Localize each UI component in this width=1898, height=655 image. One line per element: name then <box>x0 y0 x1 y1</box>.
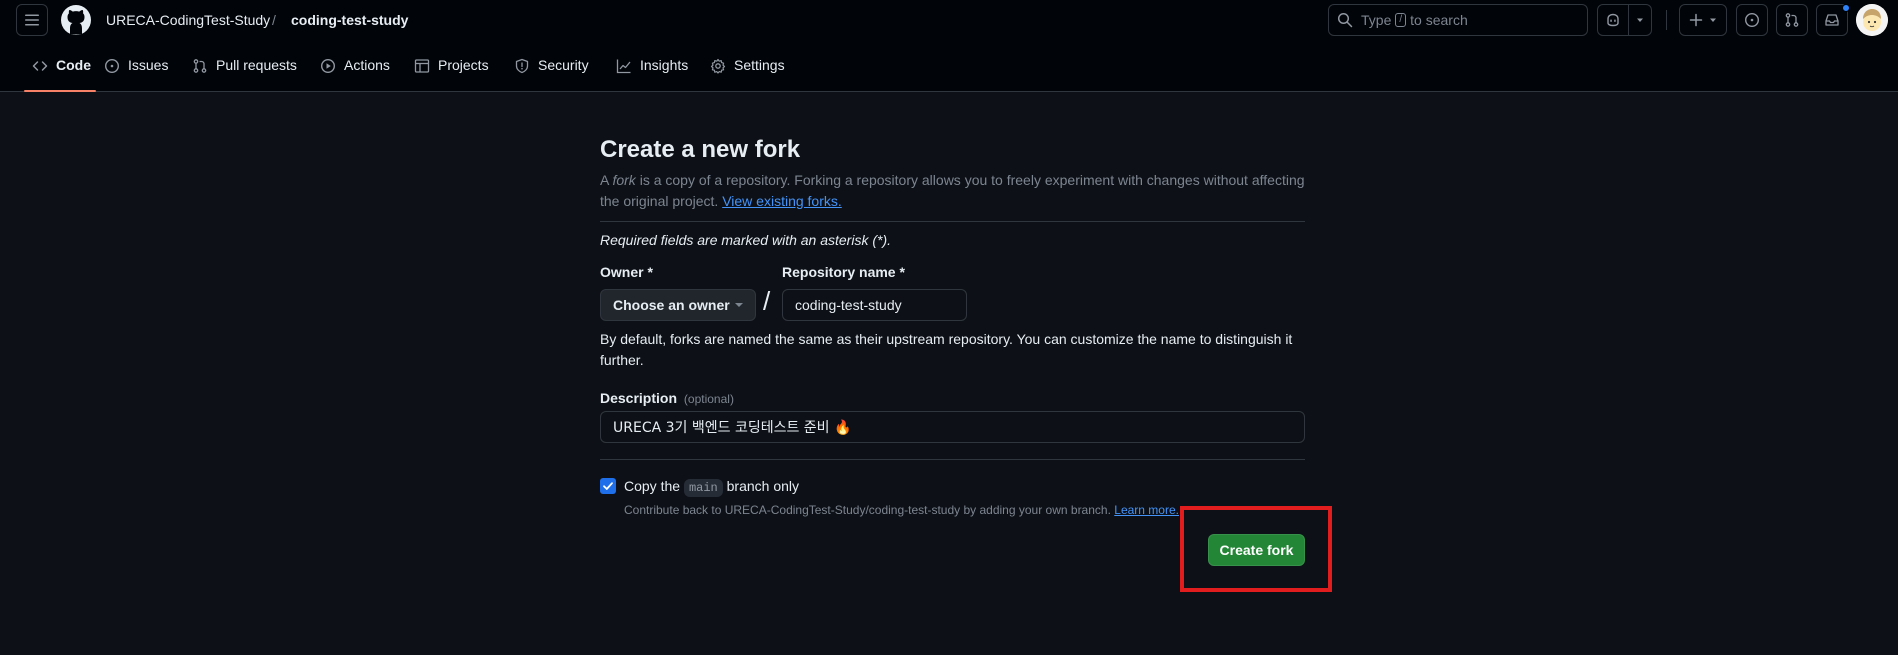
copy-label-a: Copy the <box>624 478 681 494</box>
tab-pull-requests[interactable]: Pull requests <box>192 52 297 92</box>
contribute-note: Contribute back to URECA-CodingTest-Stud… <box>624 503 1179 517</box>
divider <box>600 459 1305 460</box>
repo-name-input[interactable] <box>782 289 967 321</box>
tab-label: Security <box>538 57 589 73</box>
repo-name-help: By default, forks are named the same as … <box>600 331 1293 368</box>
repo-name-label: Repository name * <box>782 264 905 280</box>
menu-button[interactable] <box>16 4 48 36</box>
description-input[interactable] <box>600 411 1305 443</box>
tab-label: Actions <box>344 57 390 73</box>
intro-b: is a copy of a repository. Forking a rep… <box>600 172 1305 209</box>
play-icon <box>320 58 336 74</box>
divider <box>600 221 1305 222</box>
description-label-row: Description (optional) <box>600 390 734 406</box>
tab-security[interactable]: Security <box>514 52 589 92</box>
breadcrumb-separator: / <box>272 12 276 28</box>
git-pull-request-icon <box>1785 13 1799 27</box>
inbox-icon <box>1825 14 1839 26</box>
tab-label: Settings <box>734 57 785 73</box>
view-existing-forks-link[interactable]: View existing forks. <box>722 193 842 209</box>
tab-code[interactable]: Code <box>24 52 96 92</box>
copilot-dropdown-button[interactable] <box>1628 4 1652 36</box>
triangle-down-icon <box>735 303 743 307</box>
check-icon <box>603 482 613 490</box>
gear-icon <box>710 58 726 74</box>
tab-projects[interactable]: Projects <box>414 52 489 92</box>
search-placeholder-suffix: to search <box>1410 12 1468 28</box>
plus-icon <box>1689 13 1703 27</box>
tab-label: Issues <box>128 57 169 73</box>
shield-icon <box>515 58 529 74</box>
search-input[interactable]: Type / to search <box>1328 4 1588 36</box>
optional-tag: (optional) <box>683 392 734 406</box>
tab-actions[interactable]: Actions <box>320 52 390 92</box>
tab-label: Projects <box>438 57 489 73</box>
fork-form: Create a new fork A fork is a copy of a … <box>600 136 1305 566</box>
app-header: URECA-CodingTest-Study / coding-test-stu… <box>0 0 1898 92</box>
owner-repo-separator: / <box>763 286 771 316</box>
notification-indicator <box>1842 4 1850 12</box>
tab-settings[interactable]: Settings <box>710 52 785 92</box>
code-icon <box>32 61 48 71</box>
tab-label: Pull requests <box>216 57 297 73</box>
required-fields-note: Required fields are marked with an aster… <box>600 232 892 248</box>
search-shortcut-key: / <box>1395 13 1407 27</box>
breadcrumb-owner-link[interactable]: URECA-CodingTest-Study <box>106 12 270 28</box>
highlight-box <box>1180 506 1332 592</box>
copilot-button[interactable] <box>1597 4 1629 36</box>
intro-a: A <box>600 172 609 188</box>
github-logo-icon[interactable] <box>60 4 92 36</box>
issues-button[interactable] <box>1736 4 1768 36</box>
triangle-down-icon <box>1637 18 1643 22</box>
tab-label: Code <box>56 57 91 73</box>
table-icon <box>414 59 430 73</box>
issue-opened-icon <box>104 58 120 74</box>
copilot-icon <box>1607 13 1619 27</box>
owner-select-button[interactable]: Choose an owner <box>600 289 756 321</box>
triangle-down-icon <box>1710 18 1716 22</box>
owner-select-label: Choose an owner <box>613 297 730 313</box>
avatar[interactable] <box>1856 4 1888 36</box>
git-pull-request-icon <box>193 59 207 73</box>
pull-requests-button[interactable] <box>1776 4 1808 36</box>
intro-text: A fork is a copy of a repository. Forkin… <box>600 170 1305 212</box>
avatar-image <box>1856 4 1888 36</box>
contribute-text: Contribute back to URECA-CodingTest-Stud… <box>624 503 1111 517</box>
intro-fork-word: fork <box>612 172 636 188</box>
description-label: Description <box>600 390 678 406</box>
create-new-button[interactable] <box>1679 4 1727 36</box>
breadcrumb-repo-link[interactable]: coding-test-study <box>291 12 408 28</box>
branch-name-code: main <box>683 479 723 497</box>
tab-label: Insights <box>640 57 689 73</box>
issue-opened-icon <box>1744 12 1760 28</box>
search-icon <box>1337 12 1353 28</box>
copy-label-b: branch only <box>726 478 800 494</box>
copy-main-branch-checkbox[interactable] <box>600 478 616 494</box>
graph-icon <box>616 59 631 74</box>
tab-insights[interactable]: Insights <box>616 52 688 92</box>
search-placeholder-prefix: Type <box>1361 12 1392 28</box>
page-title: Create a new fork <box>600 136 801 163</box>
hamburger-icon <box>25 14 39 26</box>
copy-branch-label[interactable]: Copy the main branch only <box>624 478 800 497</box>
tab-issues[interactable]: Issues <box>104 52 168 92</box>
header-divider <box>1666 10 1667 30</box>
top-bar: URECA-CodingTest-Study / coding-test-stu… <box>0 0 1898 40</box>
learn-more-link[interactable]: Learn more. <box>1114 503 1179 517</box>
owner-label: Owner * <box>600 264 653 280</box>
